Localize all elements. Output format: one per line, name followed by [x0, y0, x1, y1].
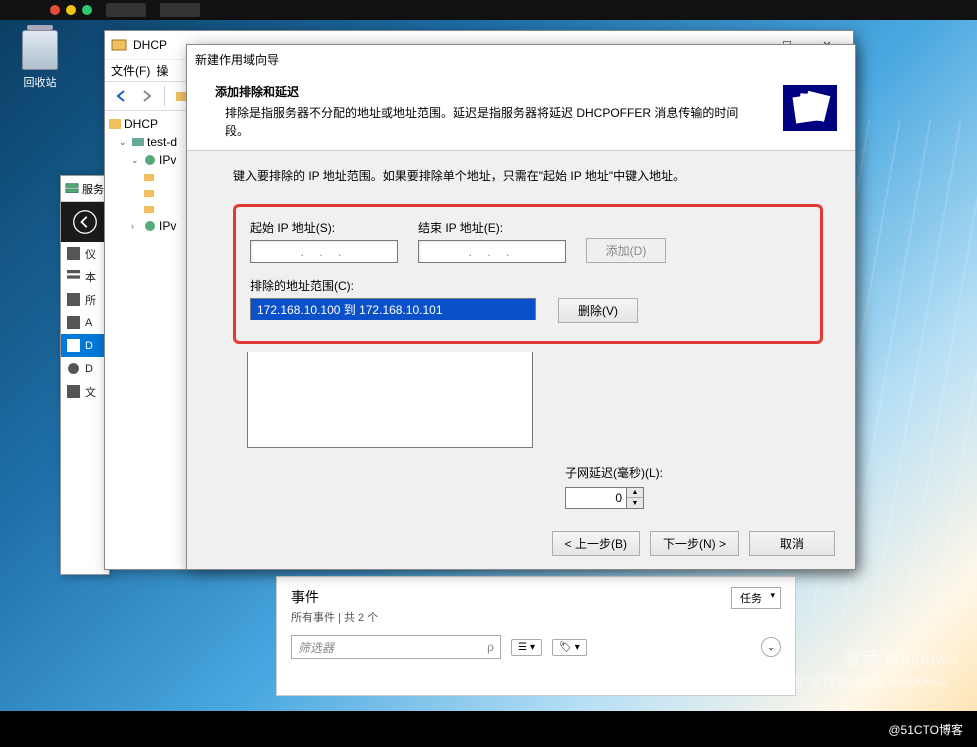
collapse-icon[interactable]: ⌄: [131, 155, 141, 166]
forward-button[interactable]: [135, 84, 159, 108]
nav-local-server[interactable]: 本: [61, 265, 109, 288]
excluded-range-item[interactable]: 172.168.10.100 到 172.168.10.101: [251, 299, 535, 320]
search-icon: ρ: [487, 640, 494, 654]
back-button[interactable]: < 上一步(B): [552, 531, 640, 556]
wizard-header: 添加排除和延迟 排除是指服务器不分配的地址或地址范围。延迟是指服务器将延迟 DH…: [187, 73, 855, 151]
nav-file-services[interactable]: 文: [61, 380, 109, 403]
remove-button[interactable]: 删除(V): [558, 298, 638, 323]
dns-icon: [67, 362, 80, 375]
end-ip-label: 结束 IP 地址(E):: [418, 219, 566, 236]
dhcp-title: DHCP: [133, 38, 167, 52]
nav-dashboard[interactable]: 仪: [61, 242, 109, 265]
events-panel: 事件 所有事件 | 共 2 个 任务 筛选器ρ ☰▾ 🏷▾ ⌄: [276, 576, 796, 696]
delay-input[interactable]: [565, 487, 627, 509]
events-title: 事件: [291, 587, 781, 607]
server-manager-title: 服务: [82, 181, 104, 197]
cto-watermark: @51CTO博客: [888, 721, 963, 738]
tag-icon: 🏷: [559, 642, 572, 653]
dhcp-icon: [67, 339, 80, 352]
menu-action[interactable]: 操: [156, 62, 168, 79]
adds-icon: [67, 316, 80, 329]
dashboard-icon: [67, 247, 80, 260]
end-ip-input[interactable]: [418, 240, 566, 263]
dhcp-app-icon: [111, 37, 127, 53]
filter-pill[interactable]: 🏷▾: [552, 639, 587, 656]
ipv6-icon: [144, 220, 156, 232]
servers-icon: [67, 293, 80, 306]
folder-icon: [143, 203, 155, 215]
pages-icon: [789, 89, 831, 127]
nav-dns[interactable]: D: [61, 357, 109, 380]
minimize-dot[interactable]: [66, 5, 76, 15]
maximize-dot[interactable]: [82, 5, 92, 15]
start-ip-label: 起始 IP 地址(S):: [250, 219, 398, 236]
wizard-instruction: 键入要排除的 IP 地址范围。如果要排除单个地址，只需在"起始 IP 地址"中键…: [233, 167, 823, 184]
dhcp-root-icon: [109, 118, 121, 130]
delay-label: 子网延迟(毫秒)(L):: [565, 464, 823, 481]
spin-up-button[interactable]: ▲: [627, 488, 643, 498]
excluded-range-label: 排除的地址范围(C):: [250, 277, 806, 294]
recycle-bin-icon: [22, 30, 58, 70]
nav-ad-ds[interactable]: A: [61, 311, 109, 334]
tree-ipv6[interactable]: ›IPv: [107, 217, 192, 235]
tree-server[interactable]: ⌄test-d: [107, 133, 192, 151]
list-icon: ☰: [518, 642, 527, 653]
back-button[interactable]: [109, 84, 133, 108]
wizard-content: 键入要排除的 IP 地址范围。如果要排除单个地址，只需在"起始 IP 地址"中键…: [187, 151, 855, 519]
top-tab[interactable]: [160, 3, 200, 17]
folder-icon: [143, 187, 155, 199]
arrow-right-icon: [140, 89, 154, 103]
start-ip-input[interactable]: [250, 240, 398, 263]
top-tab[interactable]: [106, 3, 146, 17]
tree-scope-item[interactable]: [107, 201, 192, 217]
back-arrow-icon: [72, 209, 98, 235]
dhcp-tree: DHCP ⌄test-d ⌄IPv ›IPv: [105, 111, 195, 569]
file-icon: [67, 385, 80, 398]
arrow-left-icon: [114, 89, 128, 103]
filter-pill[interactable]: ☰▾: [511, 639, 542, 656]
server-manager-nav: 仪 本 所 A D D 文: [61, 242, 109, 403]
wizard-titlebar[interactable]: 新建作用域向导: [187, 45, 855, 73]
nav-all-servers[interactable]: 所: [61, 288, 109, 311]
windows-activation-watermark: 激活 Windows 转到"设置"以激活 Windows。: [774, 645, 957, 691]
spin-down-button[interactable]: ▼: [627, 498, 643, 508]
excluded-ranges-listbox-lower[interactable]: [247, 352, 533, 448]
window-control-bar: [0, 0, 977, 20]
expand-icon[interactable]: ›: [131, 221, 141, 231]
server-node-icon: [132, 136, 144, 148]
wizard-header-icon: [783, 85, 837, 131]
tree-ipv4[interactable]: ⌄IPv: [107, 151, 192, 169]
ipv4-icon: [144, 154, 156, 166]
recycle-bin-label: 回收站: [10, 74, 70, 90]
tasks-dropdown[interactable]: 任务: [731, 587, 781, 609]
excluded-ranges-listbox[interactable]: 172.168.10.100 到 172.168.10.101: [250, 298, 536, 320]
collapse-icon[interactable]: ⌄: [119, 137, 129, 148]
recycle-bin[interactable]: 回收站: [10, 30, 70, 90]
wizard-header-title: 添加排除和延迟: [215, 83, 839, 100]
server-manager-titlebar: 服务: [61, 176, 109, 202]
tree-scope-item[interactable]: [107, 169, 192, 185]
back-button-bar[interactable]: [61, 202, 109, 242]
subnet-delay-group: 子网延迟(毫秒)(L): ▲ ▼: [565, 464, 823, 509]
new-scope-wizard: 新建作用域向导 添加排除和延迟 排除是指服务器不分配的地址或地址范围。延迟是指服…: [186, 44, 856, 570]
add-button[interactable]: 添加(D): [586, 238, 666, 263]
events-subtitle: 所有事件 | 共 2 个: [291, 609, 781, 625]
close-dot[interactable]: [50, 5, 60, 15]
server-manager-window: 服务 仪 本 所 A D D 文: [60, 175, 110, 575]
server-icon: [67, 270, 80, 283]
menu-file[interactable]: 文件(F): [111, 62, 150, 79]
nav-dhcp[interactable]: D: [61, 334, 109, 357]
cancel-button[interactable]: 取消: [749, 531, 835, 556]
highlighted-region: 起始 IP 地址(S): 结束 IP 地址(E): 添加(D) 排除的地址范围(…: [233, 204, 823, 344]
page-footer: @51CTO博客: [0, 711, 977, 747]
tree-root[interactable]: DHCP: [107, 115, 192, 133]
wizard-header-desc: 排除是指服务器不分配的地址或地址范围。延迟是指服务器将延迟 DHCPOFFER …: [215, 104, 839, 140]
tree-scope-item[interactable]: [107, 185, 192, 201]
next-button[interactable]: 下一步(N) >: [650, 531, 739, 556]
folder-icon: [143, 171, 155, 183]
server-icon: [65, 182, 79, 196]
filter-input[interactable]: 筛选器ρ: [291, 635, 501, 659]
wizard-footer: < 上一步(B) 下一步(N) > 取消: [187, 517, 855, 569]
